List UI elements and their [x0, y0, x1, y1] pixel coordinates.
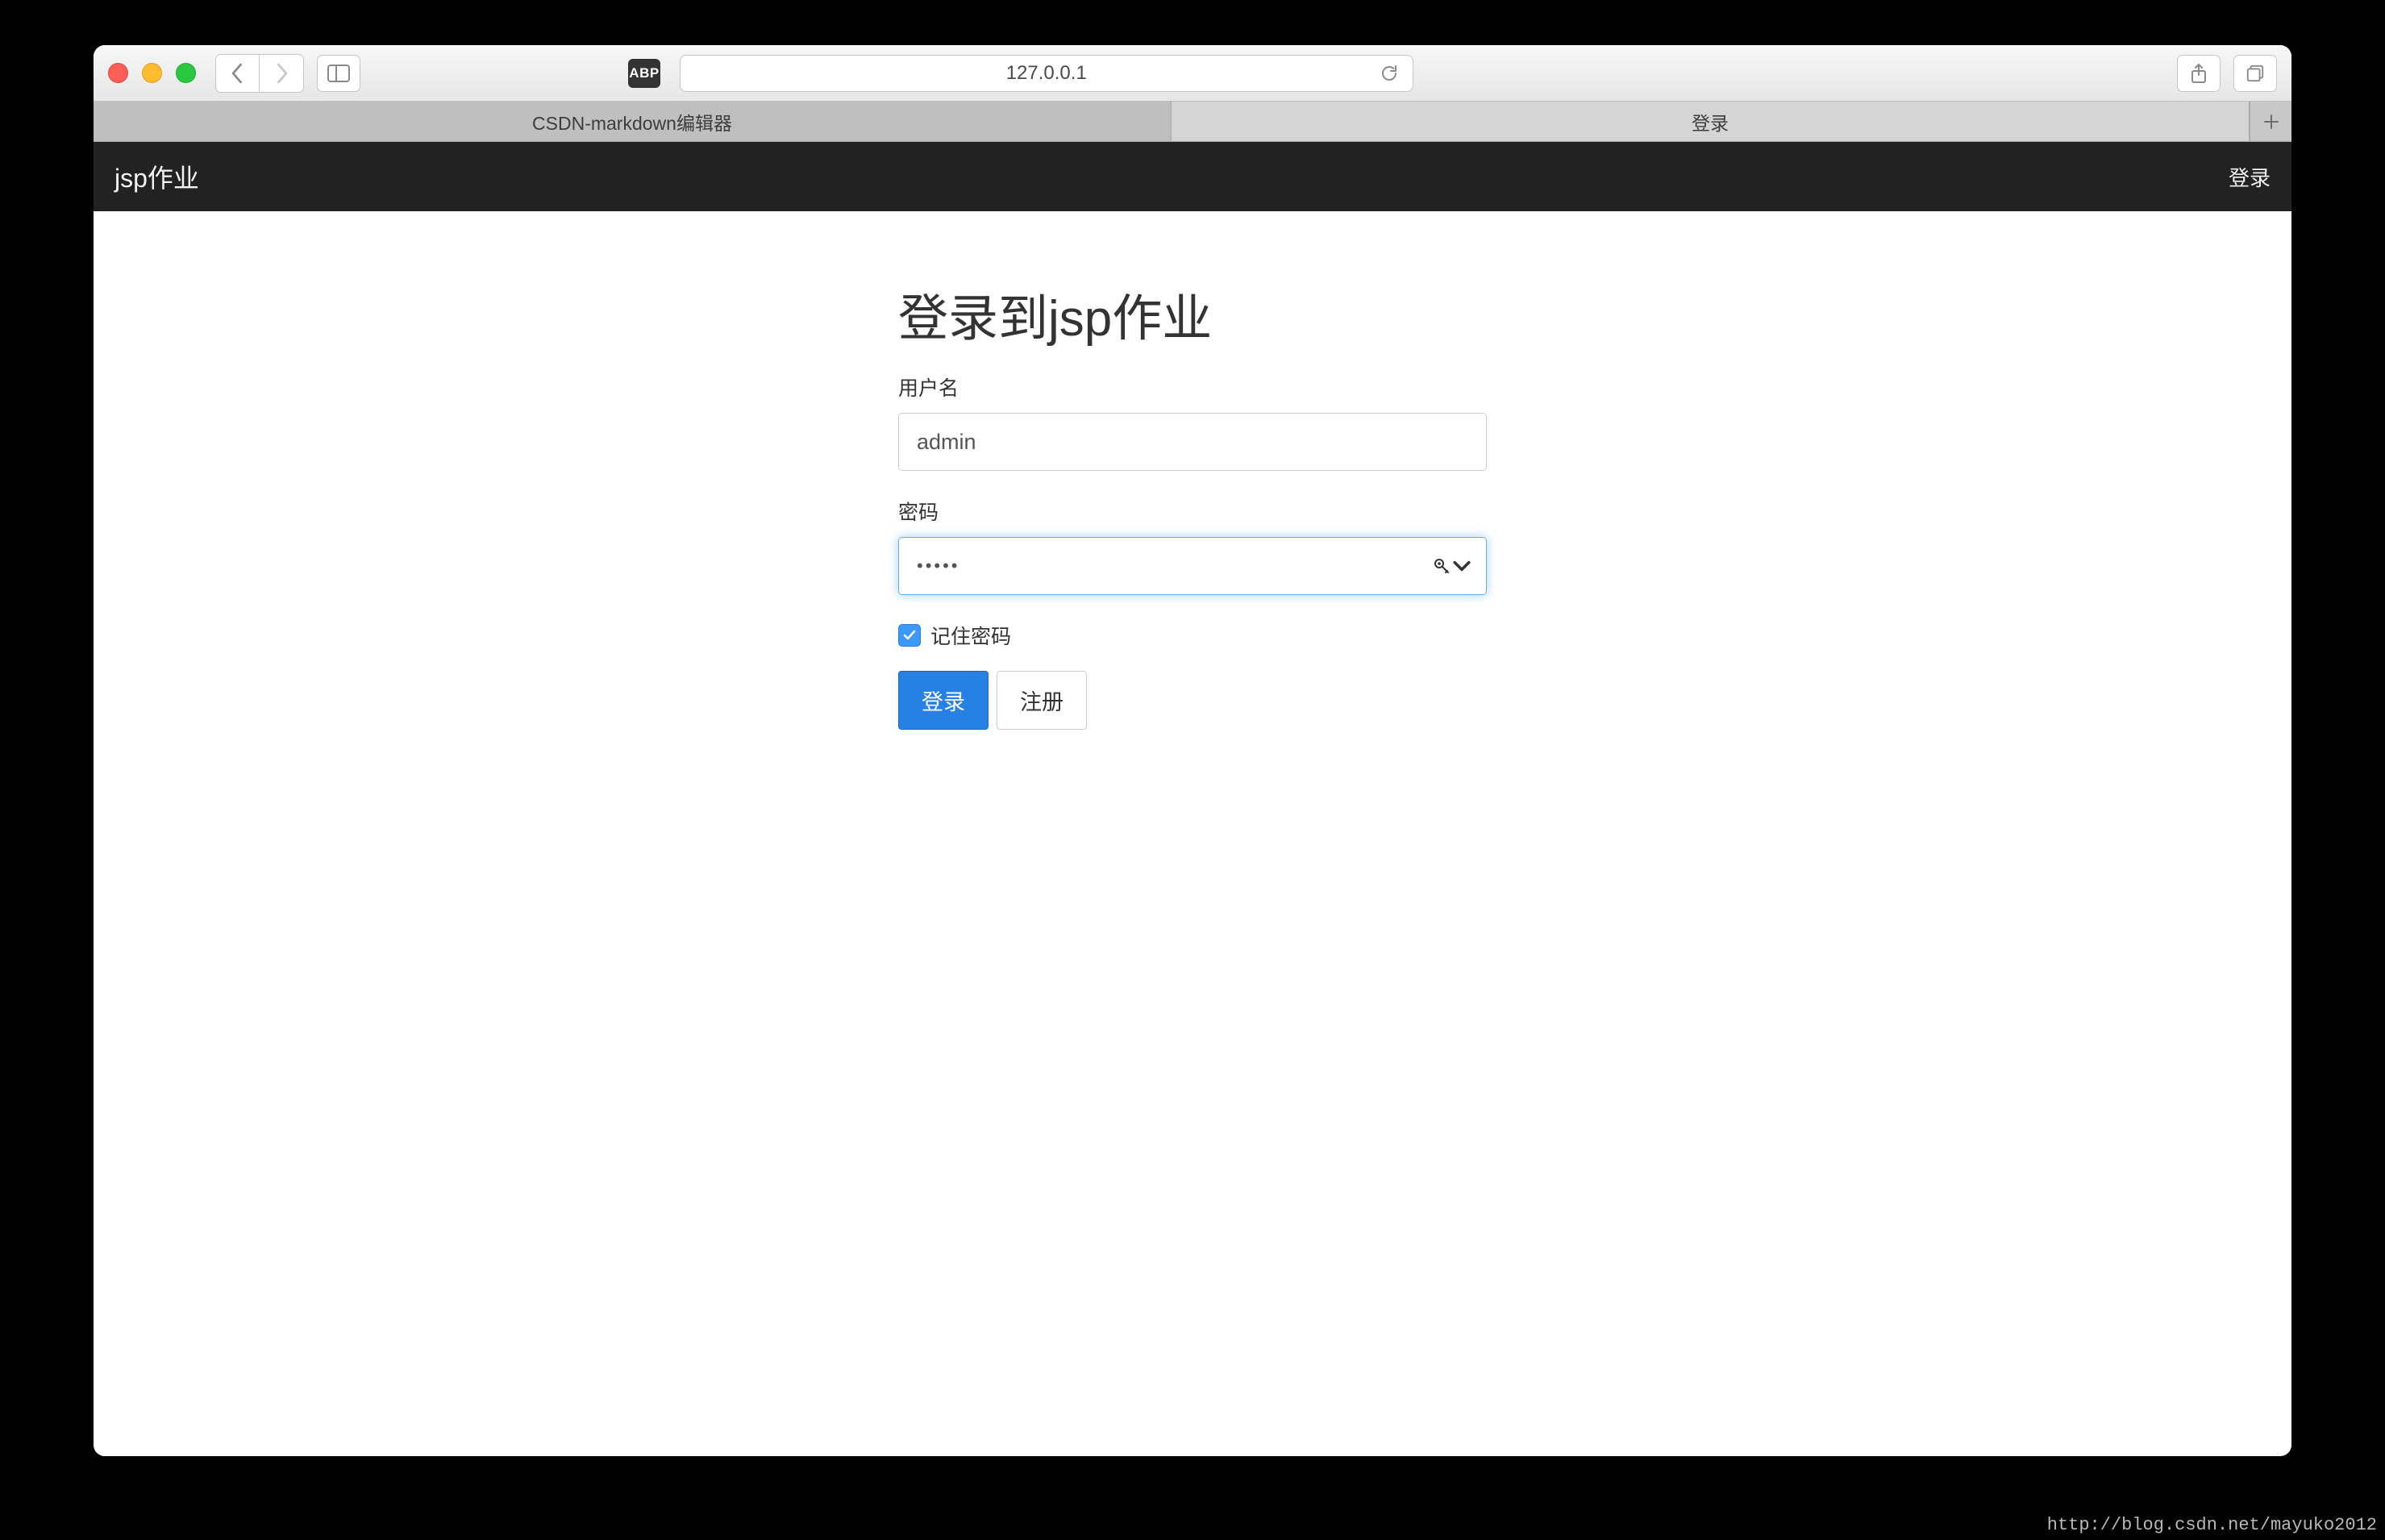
- toolbar-right-group: [2177, 55, 2277, 92]
- remember-checkbox[interactable]: [898, 624, 921, 647]
- chevron-left-icon: [230, 62, 245, 85]
- remember-label: 记住密码: [930, 621, 1011, 650]
- password-group: 密码 •••••: [898, 497, 1487, 595]
- browser-toolbar: ABP 127.0.0.1: [94, 45, 2291, 102]
- share-icon: [2189, 63, 2208, 84]
- forward-button[interactable]: [260, 55, 303, 92]
- nav-arrows-group: [215, 54, 304, 93]
- tab-label: CSDN-markdown编辑器: [532, 108, 732, 135]
- password-label: 密码: [898, 497, 1487, 526]
- fullscreen-window-button[interactable]: [176, 63, 196, 83]
- tab-bar: CSDN-markdown编辑器 登录: [94, 102, 2291, 142]
- reload-icon: [1379, 63, 1400, 84]
- app-brand[interactable]: jsp作业: [114, 158, 199, 195]
- abp-extension-icon[interactable]: ABP: [628, 59, 660, 88]
- register-button[interactable]: 注册: [997, 671, 1087, 730]
- browser-tab-0[interactable]: CSDN-markdown编辑器: [94, 102, 1172, 141]
- window-controls: [108, 63, 196, 83]
- username-label: 用户名: [898, 373, 1487, 402]
- address-bar[interactable]: 127.0.0.1: [680, 55, 1413, 92]
- reload-button[interactable]: [1379, 63, 1400, 84]
- password-input-wrap: •••••: [898, 537, 1487, 595]
- browser-window: ABP 127.0.0.1: [94, 45, 2291, 1456]
- page-viewport: jsp作业 登录 登录到jsp作业 用户名 密码 •••••: [94, 142, 2291, 1456]
- password-input[interactable]: •••••: [898, 537, 1487, 595]
- login-form: 登录到jsp作业 用户名 密码 •••••: [898, 277, 1487, 730]
- chevron-right-icon: [274, 62, 289, 85]
- tabs-icon: [2246, 63, 2265, 84]
- sidebar-toggle-button[interactable]: [317, 55, 360, 92]
- tab-label: 登录: [1692, 108, 1729, 135]
- login-button[interactable]: 登录: [898, 671, 989, 730]
- app-navbar: jsp作业 登录: [94, 142, 2291, 211]
- password-masked-value: •••••: [917, 556, 960, 576]
- sidebar-icon: [327, 65, 350, 82]
- login-title: 登录到jsp作业: [898, 277, 1487, 350]
- plus-icon: [2262, 113, 2280, 131]
- new-tab-button[interactable]: [2250, 102, 2291, 141]
- username-input[interactable]: [898, 413, 1487, 471]
- browser-tab-1[interactable]: 登录: [1172, 102, 2250, 141]
- back-button[interactable]: [216, 55, 260, 92]
- nav-login-link[interactable]: 登录: [2229, 162, 2271, 192]
- tabs-overview-button[interactable]: [2233, 55, 2277, 92]
- close-window-button[interactable]: [108, 63, 128, 83]
- check-icon: [902, 628, 917, 643]
- minimize-window-button[interactable]: [142, 63, 162, 83]
- address-text: 127.0.0.1: [1006, 62, 1087, 85]
- username-group: 用户名: [898, 373, 1487, 471]
- remember-row: 记住密码: [898, 621, 1487, 650]
- watermark-text: http://blog.csdn.net/mayuko2012: [2047, 1515, 2377, 1535]
- button-row: 登录 注册: [898, 671, 1487, 730]
- share-button[interactable]: [2177, 55, 2221, 92]
